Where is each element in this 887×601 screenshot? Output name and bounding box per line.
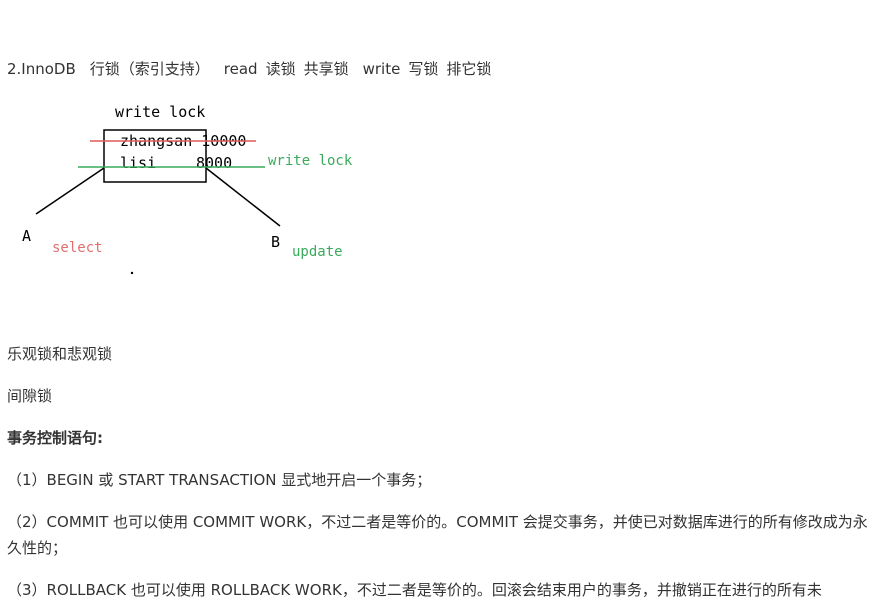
action-b-label: update [292,244,343,260]
client-a-label: A [22,227,31,245]
section-tx-heading: 事务控制语句: [7,429,103,447]
diagram-top-label: write lock [115,103,205,121]
connector-a [35,167,105,215]
heading-write-lock: 写锁 [408,60,439,78]
client-b-label: B [271,233,280,251]
heading-shared-lock: 共享锁 [303,60,349,78]
diagram-side-label: write lock [268,153,353,169]
lock-diagram: write lock zhangsan 10000 lisi 8000 writ… [22,103,353,275]
list-item-3: （3）ROLLBACK 也可以使用 ROLLBACK WORK，不过二者是等价的… [7,581,822,599]
heading-write: write [362,60,401,78]
action-a-label: select [52,240,103,256]
section-gap-lock: 间隙锁 [7,387,53,405]
heading-read-lock: 读锁 [265,60,296,78]
diagram-row2-value: 8000 [196,154,232,172]
heading-read: read [223,60,258,78]
heading-title: 2.InnoDB [7,60,76,78]
diagram-row2-name: lisi [120,154,156,172]
list-item-1: （1）BEGIN 或 START TRANSACTION 显式地开启一个事务； [7,471,432,489]
heading-line: 2.InnoDB 行锁（索引支持） read 读锁 共享锁 write 写锁 排它锁 [7,59,491,79]
heading-row-lock: 行锁（索引支持） [89,60,210,78]
dot-mark [130,271,134,275]
connector-b [205,167,281,227]
list-item-2: （2）COMMIT 也可以使用 COMMIT WORK，不过二者是等价的。COM… [7,513,868,557]
section-optimistic: 乐观锁和悲观锁 [7,345,113,363]
heading-exclusive-lock: 排它锁 [446,60,492,78]
